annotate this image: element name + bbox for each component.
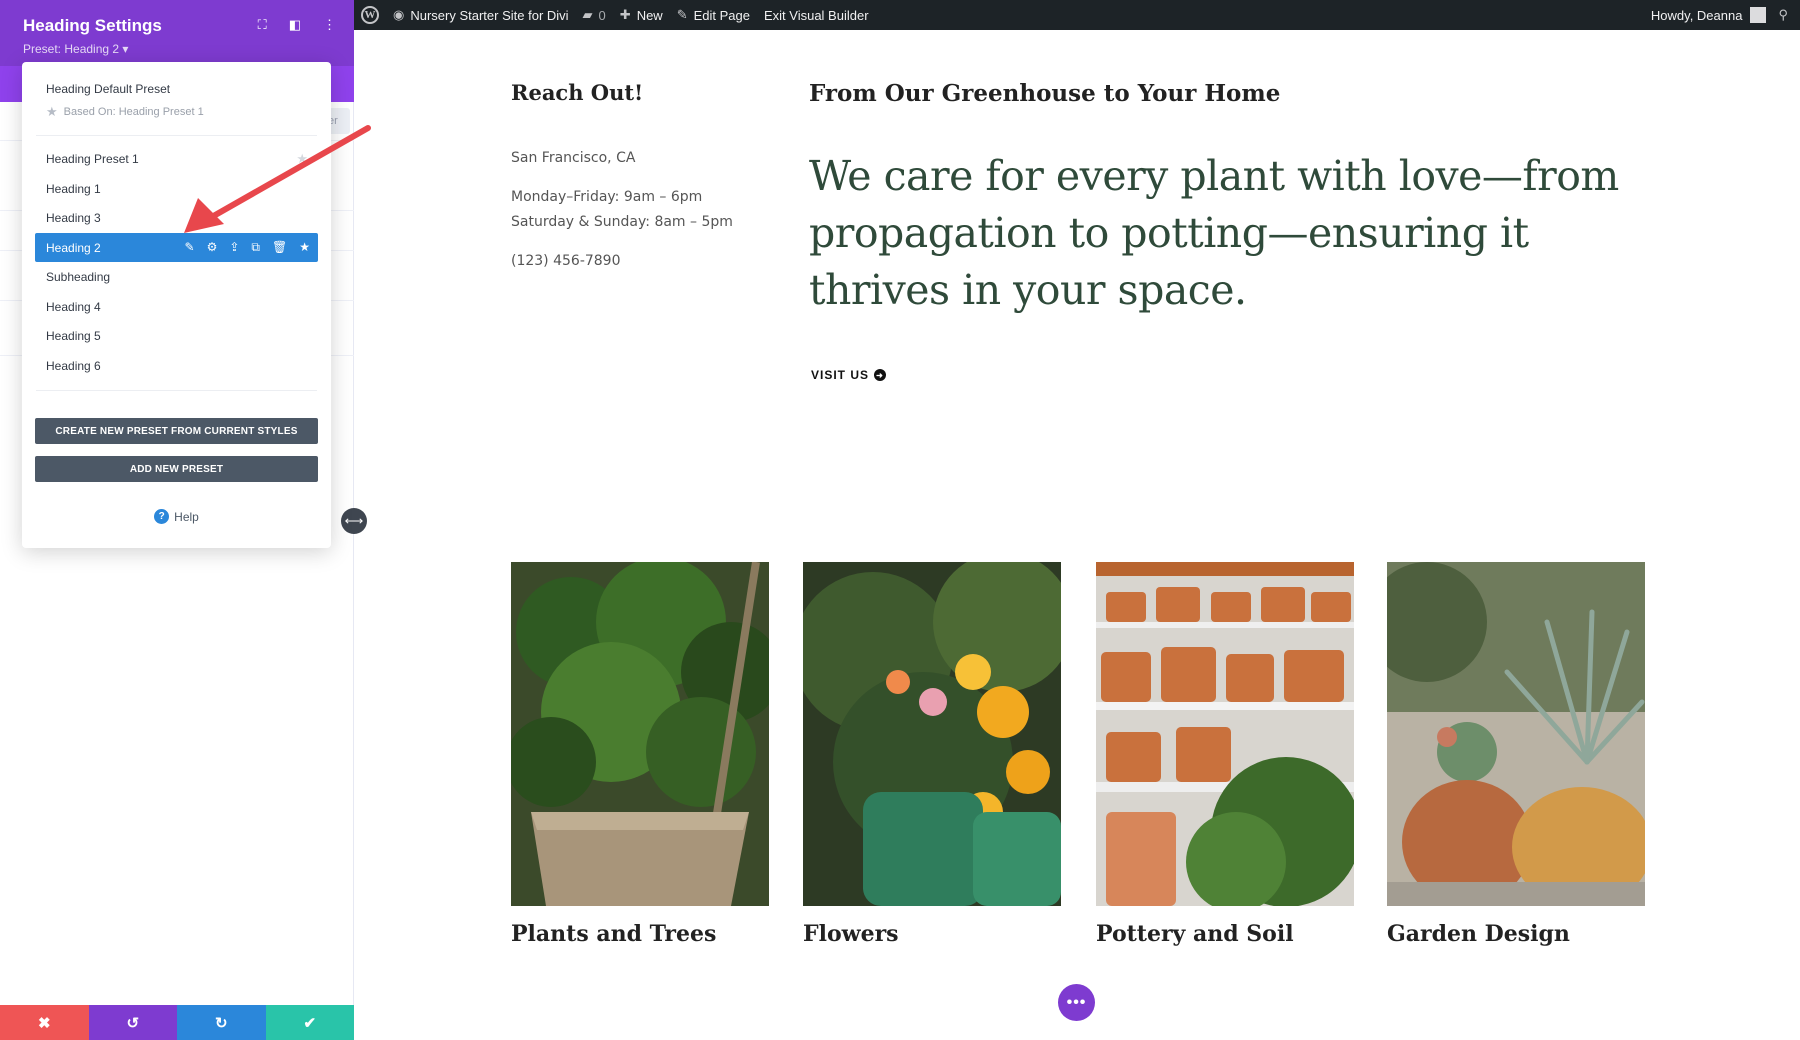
card-title-pottery-soil: Pottery and Soil — [1096, 921, 1294, 947]
page-settings-button[interactable]: ••• — [1058, 984, 1095, 1021]
default-preset[interactable]: Heading Default Preset ★ Based On: Headi… — [46, 82, 204, 120]
expand-icon[interactable]: ⛶ — [258, 17, 267, 33]
panel-header-icons: ⛶ ◧ ⋮ — [258, 17, 336, 33]
preset-selector[interactable]: Preset: Heading 2 ▾ — [23, 42, 128, 56]
card-title-plants-trees: Plants and Trees — [511, 921, 716, 947]
pottery-soil-image[interactable] — [1096, 562, 1354, 906]
save-button[interactable]: ✔ — [266, 1005, 355, 1040]
dropdown-divider — [36, 390, 317, 391]
dashboard-icon: ◉ — [393, 7, 404, 23]
reach-out-heading: Reach Out! — [511, 80, 643, 105]
preset-actions: ✎ ⚙ ⇪ ⧉ 🗑 ★ — [185, 240, 310, 255]
plus-icon: ✚ — [620, 7, 631, 23]
star-icon[interactable]: ★ — [299, 240, 310, 255]
user-greeting[interactable]: Howdy, Deanna — [1651, 8, 1743, 23]
resize-arrows-icon: ⟷ — [345, 513, 364, 529]
preset-item-heading-6[interactable]: Heading 6 — [35, 351, 318, 381]
mission-quote: We care for every plant with love—from p… — [809, 148, 1669, 319]
search-icon[interactable]: ⚲ — [1778, 7, 1788, 23]
annotation-arrow — [170, 120, 380, 240]
phone-text: (123) 456-7890 — [511, 253, 621, 269]
garden-design-picture — [1387, 562, 1645, 906]
wordpress-icon: W — [361, 6, 379, 24]
plants-trees-image[interactable] — [511, 562, 769, 906]
admin-bar-left: W ◉ Nursery Starter Site for Divi ▰ 0 ✚ … — [354, 0, 876, 30]
address-text: San Francisco, CA — [511, 150, 635, 166]
star-icon: ★ — [46, 104, 58, 120]
discard-button[interactable]: ✖ — [0, 1005, 89, 1040]
new-content-link[interactable]: ✚ New — [613, 0, 670, 30]
duplicate-icon[interactable]: ⧉ — [251, 240, 260, 255]
edit-page-link[interactable]: ✎ Edit Page — [670, 0, 757, 30]
panel-header: Heading Settings Preset: Heading 2 ▾ ⛶ ◧… — [0, 0, 354, 66]
redo-button[interactable]: ↻ — [177, 1005, 266, 1040]
create-preset-button[interactable]: CREATE NEW PRESET FROM CURRENT STYLES — [35, 418, 318, 444]
flowers-picture — [803, 562, 1061, 906]
layout-icon[interactable]: ◧ — [289, 17, 301, 33]
flowers-image[interactable] — [803, 562, 1061, 906]
add-preset-button[interactable]: ADD NEW PRESET — [35, 456, 318, 482]
panel-footer: ✖ ↺ ↻ ✔ — [0, 1005, 354, 1040]
export-icon[interactable]: ⇪ — [229, 240, 239, 255]
garden-design-image[interactable] — [1387, 562, 1645, 906]
based-on-label: ★ Based On: Heading Preset 1 — [46, 104, 204, 120]
avatar[interactable] — [1750, 7, 1766, 23]
panel-title: Heading Settings — [23, 16, 162, 36]
exit-visual-builder-link[interactable]: Exit Visual Builder — [757, 0, 876, 30]
undo-button[interactable]: ↺ — [89, 1005, 178, 1040]
pencil-icon: ✎ — [677, 7, 688, 23]
visit-us-link[interactable]: VISIT US ➜ — [811, 368, 886, 382]
comment-icon: ▰ — [583, 7, 593, 23]
default-preset-title: Heading Default Preset — [46, 82, 204, 96]
site-name-link[interactable]: ◉ Nursery Starter Site for Divi — [386, 0, 576, 30]
preset-item-heading-5[interactable]: Heading 5 — [35, 321, 318, 351]
wordpress-logo-link[interactable]: W — [354, 0, 386, 30]
preset-item-subheading[interactable]: Subheading — [35, 262, 318, 292]
plants-trees-picture — [511, 562, 769, 906]
pottery-soil-picture — [1096, 562, 1354, 906]
help-icon: ? — [154, 509, 169, 524]
hours-weekend-text: Saturday & Sunday: 8am – 5pm — [511, 214, 733, 230]
trash-icon[interactable]: 🗑 — [272, 240, 287, 255]
card-title-garden-design: Garden Design — [1387, 921, 1570, 947]
panel-resize-handle[interactable]: ⟷ — [341, 508, 367, 534]
comments-link[interactable]: ▰ 0 — [576, 0, 613, 30]
hours-weekday-text: Monday–Friday: 9am – 6pm — [511, 189, 702, 205]
arrow-circle-icon: ➜ — [874, 369, 886, 381]
more-options-icon[interactable]: ⋮ — [323, 17, 336, 33]
edit-icon[interactable]: ✎ — [185, 240, 195, 255]
preset-item-heading-4[interactable]: Heading 4 — [35, 292, 318, 322]
admin-bar-right: Howdy, Deanna ⚲ — [1651, 0, 1788, 30]
help-link[interactable]: ? Help — [22, 509, 331, 524]
card-title-flowers: Flowers — [803, 921, 899, 947]
greenhouse-heading: From Our Greenhouse to Your Home — [809, 80, 1280, 107]
gear-icon[interactable]: ⚙ — [207, 240, 218, 255]
more-dots-icon: ••• — [1067, 994, 1087, 1012]
